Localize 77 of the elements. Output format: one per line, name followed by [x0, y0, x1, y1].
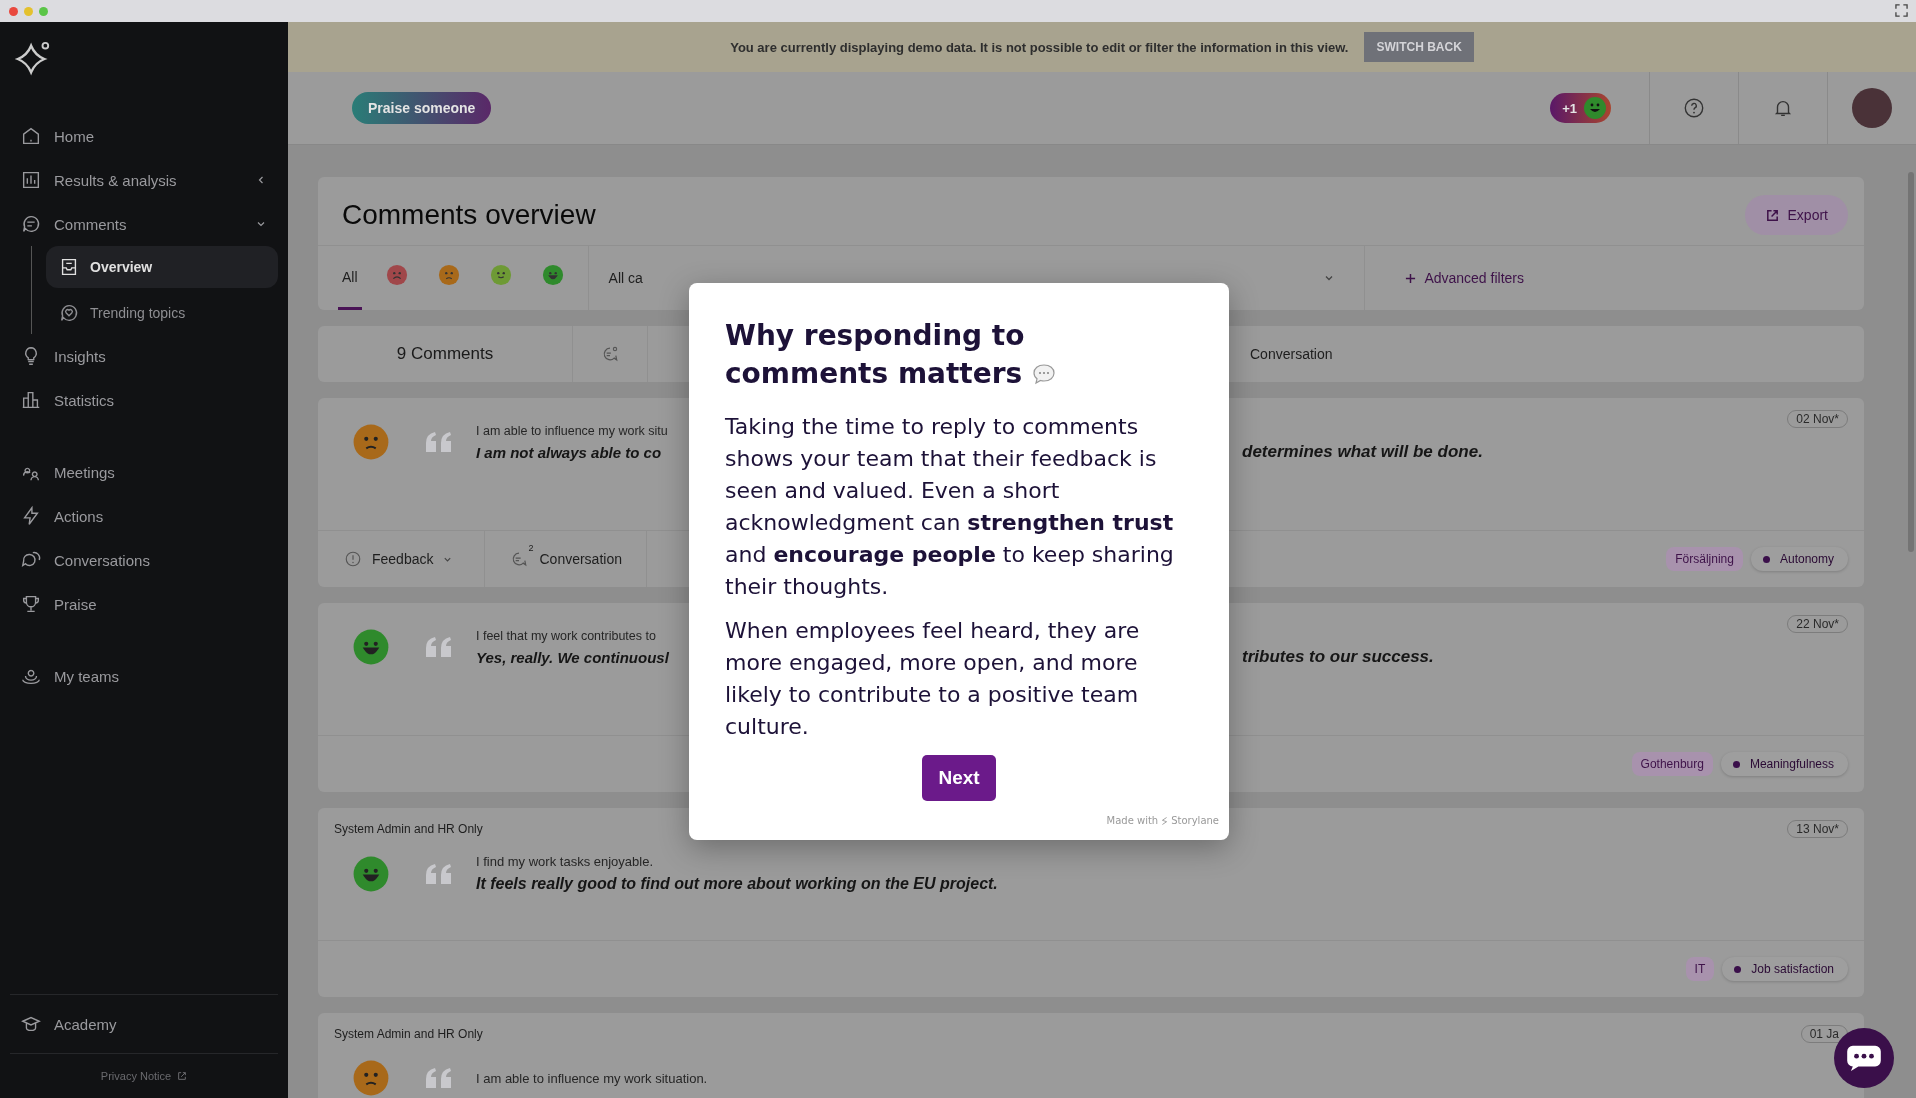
question-text: I find my work tasks enjoyable. — [476, 854, 655, 869]
quote-icon — [424, 430, 454, 454]
zoom-window-button[interactable] — [39, 6, 48, 16]
speech-bubble-icon — [20, 213, 42, 235]
comment-text: Yes, really. We continuousl — [476, 648, 670, 666]
feedback-dropdown[interactable]: Feedback — [318, 531, 486, 587]
dialog-paragraph: Taking the time to reply to comments shows your team that their feedback is seen and valued. Even a short acknowledgment can strengthen trust and encourage people to keep sharing their thoughts. — [725, 413, 1175, 601]
topic-tag: Autonomy — [1750, 547, 1848, 571]
sidebar-item[interactable]: Praise — [10, 582, 278, 626]
page-title: Comments overview — [342, 199, 596, 231]
trophy-icon — [20, 593, 42, 615]
conversation-count: 2 — [528, 543, 534, 553]
question-text: I am able to influence my work situation. — [476, 1070, 708, 1086]
sidebar-item[interactable]: Actions — [10, 494, 278, 538]
praise-someone-button[interactable]: Praise someone — [352, 92, 492, 124]
export-button[interactable]: Export — [1744, 195, 1848, 235]
sidebar-subitem[interactable]: Overview — [46, 246, 278, 288]
credit-brand: Storylane — [1171, 815, 1219, 826]
conversation-filter[interactable]: Conversation — [1250, 346, 1333, 362]
smiley-icon — [1583, 96, 1607, 120]
mood-face-icon — [541, 264, 564, 286]
quote-icon — [424, 635, 454, 659]
quote-icon — [424, 1066, 454, 1090]
category-select[interactable]: All ca — [608, 270, 643, 286]
visibility-label: System Admin and HR Only — [334, 822, 483, 836]
topic-tag: Job satisfaction — [1722, 957, 1848, 981]
sidebar-item[interactable]: Statistics — [10, 378, 278, 422]
visibility-label: System Admin and HR Only — [334, 1027, 483, 1041]
question-text: I feel that my work contributes to — [476, 628, 657, 643]
close-window-button[interactable] — [9, 6, 18, 16]
mood-face-icon — [437, 264, 460, 286]
comment-text: determines what will be done. — [1242, 442, 1483, 462]
mood-face-icon — [489, 264, 512, 286]
sidebar-item[interactable]: Results & analysis — [10, 158, 278, 202]
dialog-title: Why responding to comments matters — [725, 317, 1193, 393]
sidebar-item[interactable]: Home — [10, 114, 278, 158]
sidebar-subitem[interactable]: Trending topics — [46, 292, 278, 334]
comment-count: 9 Comments — [318, 326, 573, 382]
credit-text: Made with — [1106, 815, 1159, 826]
comment-text: It feels really good to find out more about working on the EU project. — [476, 875, 998, 893]
exclamation-circle-icon — [344, 550, 362, 568]
sidebar-item[interactable]: Conversations — [10, 538, 278, 582]
praise-count-badge[interactable]: +1 — [1550, 93, 1611, 123]
chevron-down-icon[interactable] — [1324, 273, 1335, 283]
advanced-filters-button[interactable]: Advanced filters — [1365, 246, 1564, 310]
dialog-paragraph: When employees feel heard, they are more engaged, more open, and more likely to contribute to a positive team culture. — [725, 617, 1141, 741]
topic-tag: Meaningfulness — [1720, 752, 1848, 776]
external-link-icon — [177, 1071, 188, 1081]
sidebar-item[interactable]: Academy — [10, 995, 278, 1054]
sidebar-item[interactable]: Meetings — [10, 450, 278, 494]
question-text: I am able to influence my work situ — [476, 423, 669, 438]
group-tag: Försäljning — [1666, 547, 1743, 571]
mood-face-icon — [385, 264, 408, 286]
group-tag: IT — [1685, 957, 1715, 981]
sidebar-item[interactable]: Insights — [10, 334, 278, 378]
group-tag: Gothenburg — [1631, 752, 1713, 776]
chat-icon — [1845, 1044, 1883, 1072]
heart-bubble-icon — [58, 302, 80, 324]
bar-chart-icon — [20, 389, 42, 411]
bar-chart-icon — [20, 169, 42, 191]
filter-tab[interactable]: All — [338, 246, 362, 310]
plus-icon — [1405, 272, 1417, 284]
fullscreen-icon[interactable] — [1895, 4, 1908, 17]
demo-notice: You are currently displaying demo data. It is not possible to edit or filter the information in this view. — [730, 39, 1349, 55]
comment-text: tributes to our success. — [1242, 647, 1434, 667]
help-icon[interactable] — [1683, 97, 1705, 119]
sidebar-item[interactable]: Comments — [10, 202, 278, 246]
scrollbar-thumb[interactable] — [1908, 172, 1914, 552]
user-avatar[interactable] — [1852, 88, 1892, 128]
next-button[interactable]: Next — [922, 755, 996, 801]
sidebar-item[interactable]: My teams — [10, 654, 278, 698]
quote-icon — [424, 861, 454, 886]
export-icon — [1764, 207, 1780, 223]
home-icon — [20, 125, 42, 147]
privacy-notice-link[interactable]: Privacy Notice — [10, 1054, 278, 1098]
comment-text: I am not always able to co — [476, 443, 663, 461]
speech-bubble-icon — [1031, 362, 1056, 386]
